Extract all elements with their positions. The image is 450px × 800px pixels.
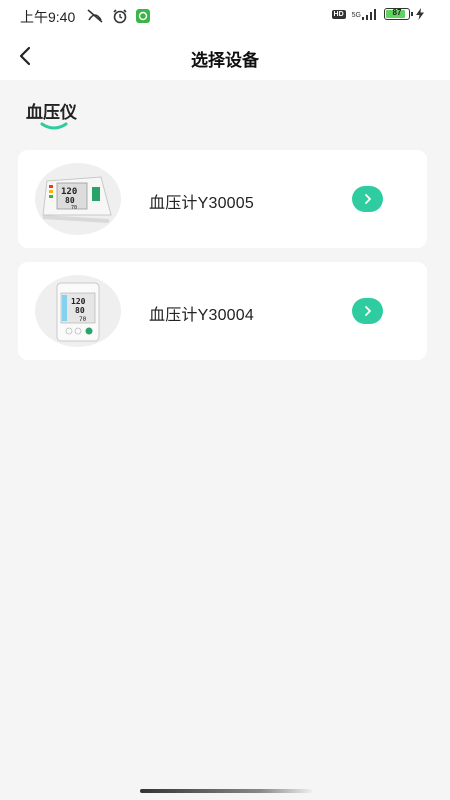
device-card[interactable]: 120 80 70 血压计Y30005 — [18, 150, 427, 248]
blood-pressure-monitor-arm-icon: 120 80 70 — [35, 163, 121, 235]
device-select-button[interactable] — [352, 298, 383, 324]
status-right: HD 5G 87 — [331, 8, 424, 20]
alarm-clock-icon — [113, 9, 127, 24]
section-title: 血压仪 — [26, 103, 77, 122]
chevron-right-icon — [364, 306, 371, 316]
svg-text:80: 80 — [75, 306, 85, 315]
svg-text:120: 120 — [71, 297, 86, 306]
battery-icon: 87 — [384, 8, 413, 20]
nav-bar: 选择设备 — [0, 32, 450, 80]
status-left-icons — [86, 8, 150, 24]
page-title: 选择设备 — [191, 51, 259, 70]
wechat-notification-icon — [136, 9, 150, 23]
battery-level: 87 — [392, 8, 402, 17]
svg-text:70: 70 — [79, 316, 87, 323]
signal-bars-icon — [362, 9, 376, 20]
chevron-right-icon — [364, 194, 371, 204]
device-name: 血压计Y30005 — [149, 195, 254, 212]
signal-group: 5G — [352, 8, 378, 20]
section-underline — [40, 122, 68, 130]
blood-pressure-monitor-wrist-icon: 120 80 70 — [35, 275, 121, 347]
svg-text:70: 70 — [71, 205, 77, 211]
home-indicator[interactable] — [140, 789, 312, 793]
device-name: 血压计Y30004 — [149, 307, 254, 324]
battery-cap — [411, 12, 413, 16]
status-bar: 上午9:40 HD 5G 87 — [0, 0, 450, 32]
no-location-icon — [87, 9, 103, 23]
charging-bolt-icon — [416, 8, 424, 20]
device-card[interactable]: 120 80 70 血压计Y30004 — [18, 262, 427, 360]
device-select-button[interactable] — [352, 186, 383, 212]
status-time: 上午9:40 — [20, 9, 76, 25]
network-type: 5G — [351, 12, 361, 19]
hd-badge: HD — [331, 9, 346, 19]
svg-text:80: 80 — [65, 196, 75, 205]
